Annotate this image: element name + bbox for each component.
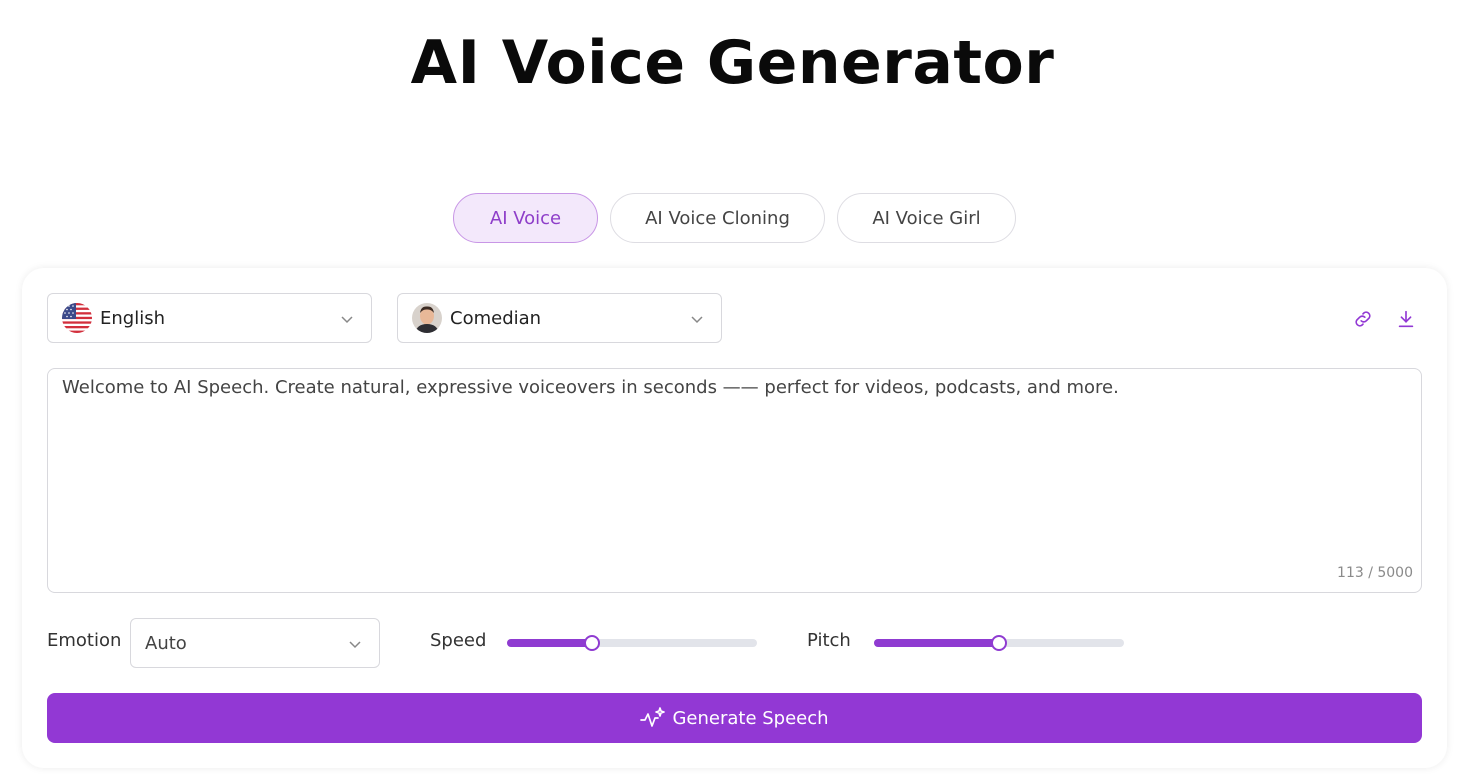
link-icon[interactable] — [1352, 308, 1374, 330]
tab-ai-voice-girl[interactable]: AI Voice Girl — [837, 193, 1016, 243]
tab-label: AI Voice Cloning — [645, 207, 790, 229]
voice-select[interactable]: Comedian — [397, 293, 722, 343]
tab-label: AI Voice Girl — [872, 207, 981, 229]
language-select[interactable]: English — [47, 293, 372, 343]
download-icon[interactable] — [1395, 308, 1417, 330]
pitch-slider[interactable] — [874, 635, 1124, 651]
emotion-select[interactable]: Auto — [130, 618, 380, 668]
emotion-value: Auto — [145, 632, 187, 654]
speed-slider-thumb[interactable] — [584, 635, 600, 651]
voice-tabs: AI Voice AI Voice Cloning AI Voice Girl — [453, 193, 1016, 243]
avatar-icon — [412, 303, 442, 333]
chevron-down-icon — [349, 641, 361, 649]
speed-slider-fill — [507, 639, 592, 647]
character-counter: 113 / 5000 — [1337, 565, 1413, 581]
sparkle-wave-icon — [640, 707, 666, 727]
pitch-slider-fill — [874, 639, 999, 647]
chevron-down-icon — [691, 316, 703, 324]
emotion-label: Emotion — [47, 630, 122, 651]
pitch-slider-thumb[interactable] — [991, 635, 1007, 651]
generator-card: English Comedian Welcome to AI Speech. C… — [22, 268, 1447, 768]
pitch-label: Pitch — [807, 630, 851, 651]
speed-slider[interactable] — [507, 635, 757, 651]
generate-speech-label: Generate Speech — [672, 707, 829, 729]
speed-label: Speed — [430, 630, 487, 651]
tab-label: AI Voice — [489, 207, 562, 229]
us-flag-icon — [62, 303, 92, 333]
chevron-down-icon — [341, 316, 353, 324]
text-input-value: Welcome to AI Speech. Create natural, ex… — [62, 377, 1119, 398]
tab-ai-voice[interactable]: AI Voice — [453, 193, 598, 243]
text-input[interactable]: Welcome to AI Speech. Create natural, ex… — [47, 368, 1422, 593]
generate-speech-button[interactable]: Generate Speech — [47, 693, 1422, 743]
language-value: English — [100, 307, 165, 329]
voice-value: Comedian — [450, 307, 542, 329]
tab-ai-voice-cloning[interactable]: AI Voice Cloning — [610, 193, 825, 243]
page-title: AI Voice Generator — [410, 28, 1055, 98]
